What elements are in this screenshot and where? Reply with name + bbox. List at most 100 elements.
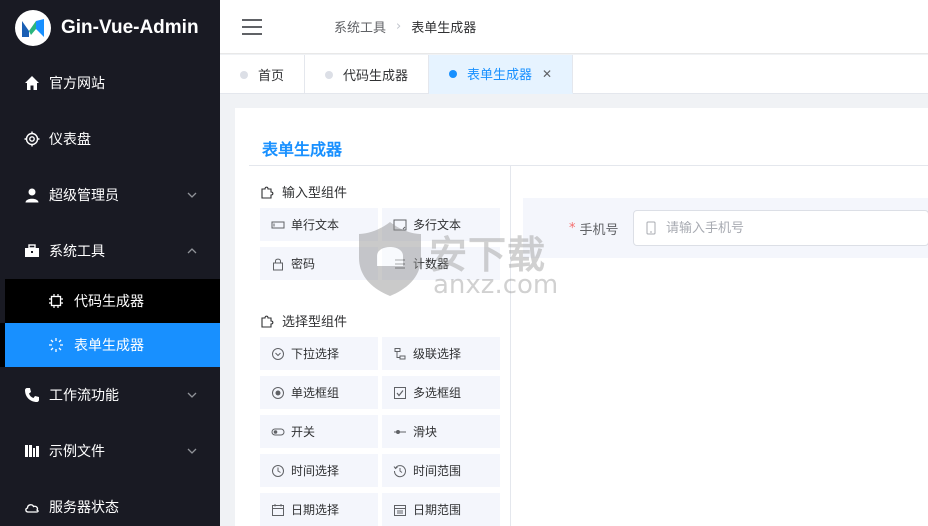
lock-icon <box>271 257 285 271</box>
radio-icon <box>271 386 285 400</box>
component-time-picker[interactable]: 时间选择 <box>260 454 378 487</box>
menu-toggle-icon[interactable] <box>242 18 262 35</box>
chevron-down-icon <box>186 189 198 201</box>
app-title: Gin-Vue-Admin <box>61 16 199 38</box>
sidebar-item-dashboard[interactable]: 仪表盘 <box>0 111 220 167</box>
breadcrumb-separator-icon: › <box>396 19 402 34</box>
switch-icon <box>271 425 285 439</box>
group-title-select: 选择型组件 <box>260 311 347 330</box>
component-checkbox-group[interactable]: 多选框组 <box>382 376 500 409</box>
system-tools-submenu: 代码生成器 表单生成器 <box>0 279 220 367</box>
select-icon <box>271 347 285 361</box>
component-label: 开关 <box>291 425 316 439</box>
chevron-up-icon <box>186 245 198 257</box>
tab-form-generator[interactable]: 表单生成器 ✕ <box>429 55 574 94</box>
component-radio-group[interactable]: 单选框组 <box>260 376 378 409</box>
sidebar-menu: 官方网站 仪表盘 超级管理员 系统工具 <box>0 55 220 279</box>
component-label: 多选框组 <box>413 386 462 400</box>
tab-code-generator[interactable]: 代码生成器 <box>305 55 430 94</box>
component-label: 时间范围 <box>413 464 462 478</box>
component-label: 滑块 <box>413 425 438 439</box>
tab-dot-icon <box>325 70 334 79</box>
sidebar: Gin-Vue-Admin 官方网站 仪表盘 超级管理员 系统工具 代码生成器 … <box>0 0 220 526</box>
group-title-input: 输入型组件 <box>260 182 347 201</box>
component-password[interactable]: 密码 <box>260 247 378 280</box>
component-dropdown-select[interactable]: 下拉选择 <box>260 337 378 370</box>
component-label: 计数器 <box>413 257 450 271</box>
puzzle-icon <box>260 313 276 329</box>
component-label: 日期范围 <box>413 503 462 517</box>
tab-label: 表单生成器 <box>467 68 533 83</box>
sidebar-subitem-code-generator[interactable]: 代码生成器 <box>0 279 220 323</box>
component-label: 单行文本 <box>291 218 340 232</box>
phone-input[interactable] <box>666 220 928 236</box>
user-icon <box>23 186 41 204</box>
clock-icon <box>271 464 285 478</box>
sidebar-subitem-label: 表单生成器 <box>74 338 144 354</box>
sidebar-subitem-form-generator[interactable]: 表单生成器 <box>5 323 220 367</box>
component-switch[interactable]: 开关 <box>260 415 378 448</box>
chevron-down-icon <box>186 389 198 401</box>
tab-label: 代码生成器 <box>343 69 409 84</box>
component-label: 单选框组 <box>291 386 340 400</box>
toolbox-icon <box>23 242 41 260</box>
component-counter[interactable]: 计数器 <box>382 247 500 280</box>
component-multi-line-text[interactable]: 多行文本 <box>382 208 500 241</box>
date-range-icon <box>393 503 407 517</box>
folder-icon <box>23 442 41 460</box>
component-slider[interactable]: 滑块 <box>382 415 500 448</box>
phone-input-wrapper <box>633 210 928 246</box>
logo[interactable]: Gin-Vue-Admin <box>0 0 220 55</box>
home-icon <box>23 74 41 92</box>
sidebar-item-label: 官方网站 <box>49 76 105 92</box>
puzzle-icon <box>260 184 276 200</box>
sidebar-item-server-status[interactable]: 服务器状态 <box>0 479 220 526</box>
component-date-range[interactable]: 日期范围 <box>382 493 500 526</box>
slider-icon <box>393 425 407 439</box>
sidebar-item-label: 仪表盘 <box>49 132 91 148</box>
close-icon[interactable]: ✕ <box>542 67 552 81</box>
sidebar-item-super-admin[interactable]: 超级管理员 <box>0 167 220 223</box>
breadcrumb-current: 表单生成器 <box>411 21 477 36</box>
form-canvas[interactable]: * 手机号 <box>523 198 928 258</box>
input-icon <box>271 218 285 232</box>
sidebar-item-label: 示例文件 <box>49 444 105 460</box>
sidebar-item-workflow[interactable]: 工作流功能 <box>0 367 220 423</box>
counter-icon <box>393 257 407 271</box>
component-cascader[interactable]: 级联选择 <box>382 337 500 370</box>
tab-dot-icon <box>449 69 458 78</box>
component-label: 多行文本 <box>413 218 462 232</box>
sidebar-item-label: 超级管理员 <box>49 188 119 204</box>
textarea-icon <box>393 218 407 232</box>
chevron-down-icon <box>186 445 198 457</box>
sidebar-item-label: 系统工具 <box>49 244 105 260</box>
breadcrumb: 系统工具 › 表单生成器 <box>334 17 476 36</box>
component-label: 日期选择 <box>291 503 340 517</box>
component-date-picker[interactable]: 日期选择 <box>260 493 378 526</box>
sidebar-subitem-label: 代码生成器 <box>74 294 144 310</box>
component-single-line-text[interactable]: 单行文本 <box>260 208 378 241</box>
checkbox-icon <box>393 386 407 400</box>
required-mark: * <box>569 220 576 236</box>
sidebar-item-label: 服务器状态 <box>49 500 119 516</box>
group-title-label: 输入型组件 <box>282 186 348 201</box>
loading-icon <box>48 337 64 353</box>
time-range-icon <box>393 464 407 478</box>
component-label: 级联选择 <box>413 347 462 361</box>
component-label: 下拉选择 <box>291 347 340 361</box>
sidebar-item-system-tools[interactable]: 系统工具 <box>0 223 220 279</box>
component-time-range[interactable]: 时间范围 <box>382 454 500 487</box>
sidebar-item-official-site[interactable]: 官方网站 <box>0 55 220 111</box>
breadcrumb-item[interactable]: 系统工具 <box>334 17 386 36</box>
tab-home[interactable]: 首页 <box>220 55 306 94</box>
calendar-icon <box>271 503 285 517</box>
top-header: 系统工具 › 表单生成器 <box>220 0 928 54</box>
component-label: 时间选择 <box>291 464 340 478</box>
page-title: 表单生成器 <box>262 140 343 159</box>
form-item-label: * 手机号 <box>569 198 619 258</box>
component-label: 密码 <box>291 257 316 271</box>
sidebar-menu-lower: 工作流功能 示例文件 服务器状态 <box>0 367 220 526</box>
tab-dot-icon <box>240 70 248 79</box>
sidebar-item-label: 工作流功能 <box>49 388 119 404</box>
sidebar-item-example-files[interactable]: 示例文件 <box>0 423 220 479</box>
